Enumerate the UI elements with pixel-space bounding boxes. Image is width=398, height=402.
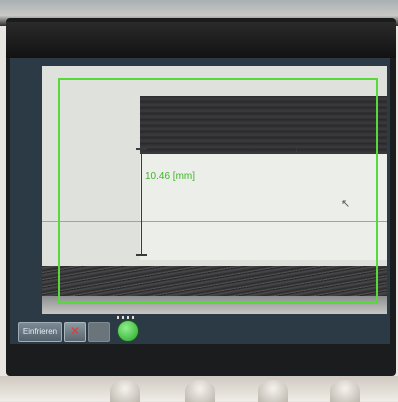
knob <box>185 380 215 402</box>
monitor-top-edge <box>6 22 396 58</box>
measurement-label: 10.46 [mm] <box>145 171 196 182</box>
ok-button[interactable] <box>117 320 139 342</box>
disabled-button <box>88 322 110 342</box>
inspection-screen: ↓ 10.46 [mm] ↖ <box>10 58 390 344</box>
mouse-cursor-icon: ↖ <box>341 198 351 210</box>
cross-icon: ✕ <box>69 324 81 338</box>
freeze-button[interactable]: Einfrieren <box>18 322 62 342</box>
delete-button[interactable]: ✕ <box>64 322 86 342</box>
measurement-bottom-tick <box>136 254 147 256</box>
knob <box>330 380 360 402</box>
status-dots <box>117 316 137 319</box>
roi-frame[interactable] <box>58 78 378 304</box>
knob <box>258 380 288 402</box>
knob <box>110 380 140 402</box>
measurement-line[interactable] <box>141 150 142 254</box>
edge-marker-icon: ↓ <box>294 144 299 154</box>
